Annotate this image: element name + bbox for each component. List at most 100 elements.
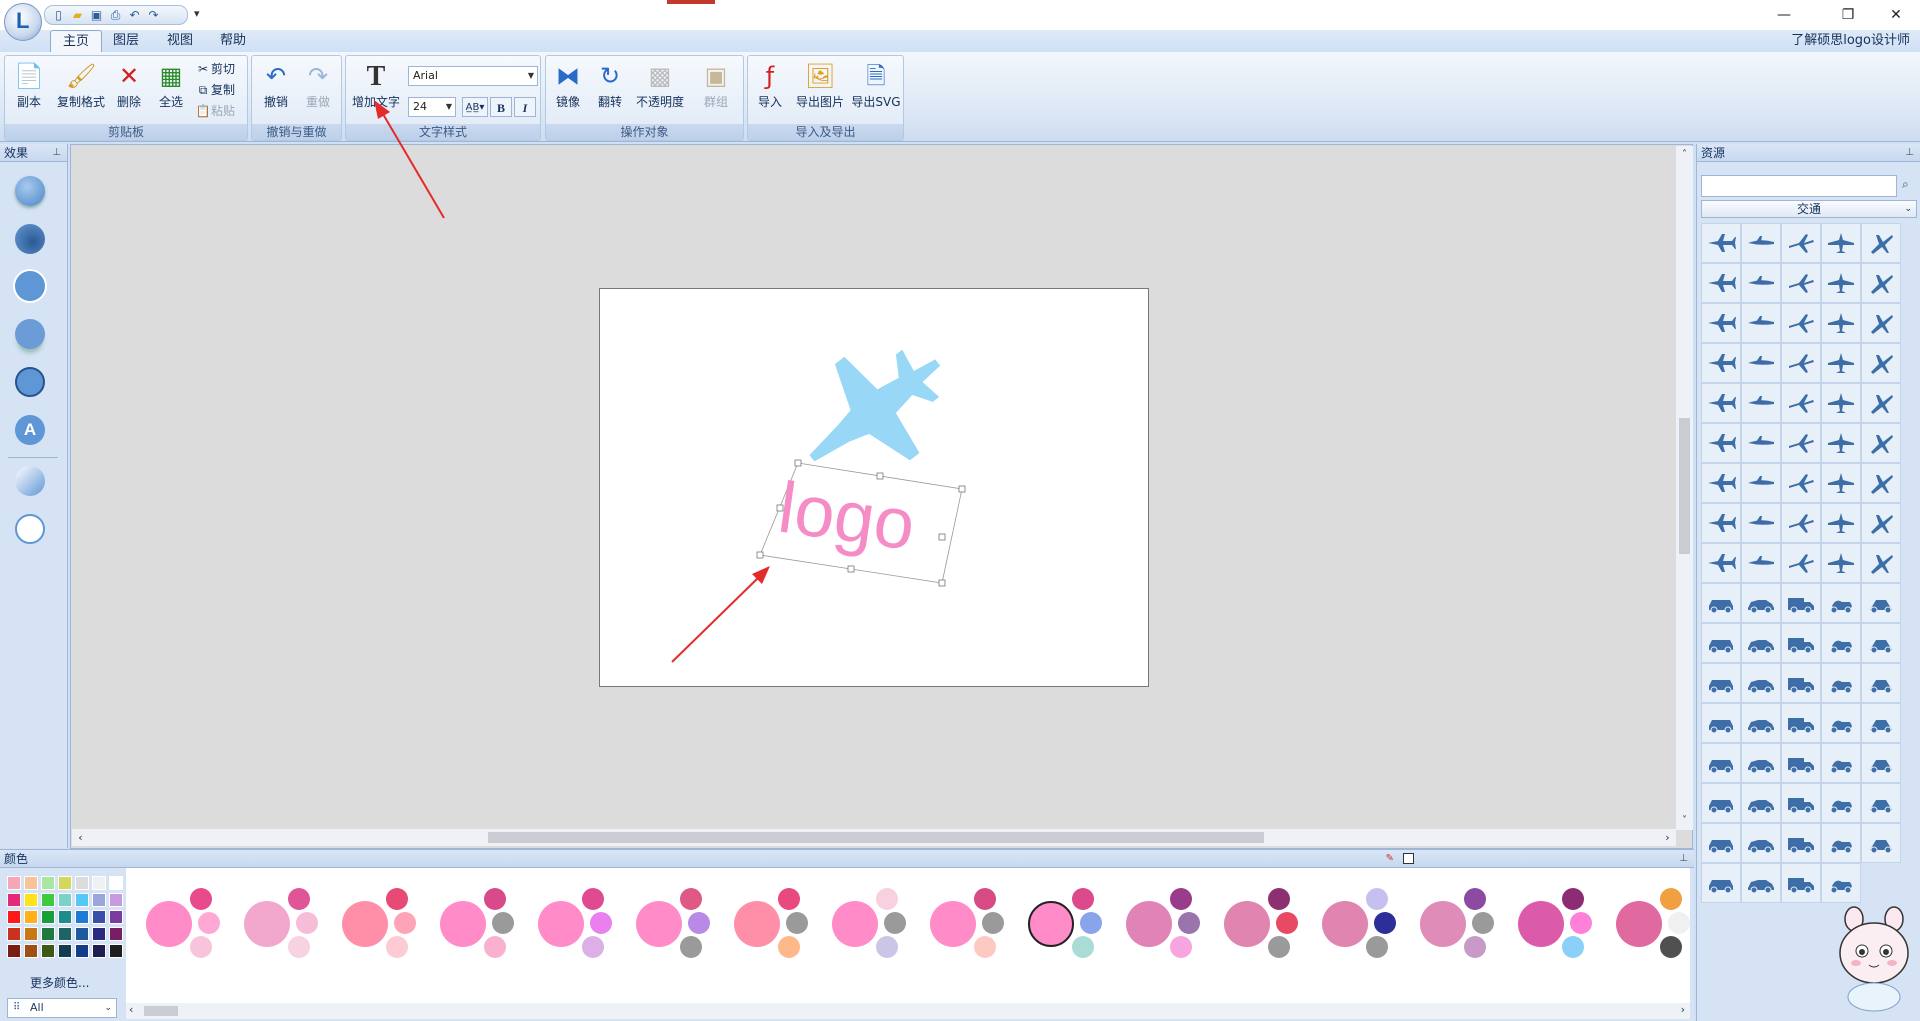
resource-icon-cell[interactable] (1861, 743, 1901, 783)
tab-layers[interactable]: 图层 (101, 30, 151, 52)
group-button[interactable]: ▣ 群组 (696, 61, 736, 110)
effect-gradient-icon[interactable] (15, 466, 45, 496)
resource-icon-cell[interactable] (1781, 663, 1821, 703)
vertical-scroll-thumb[interactable] (1679, 418, 1690, 554)
effect-outline-icon[interactable] (15, 367, 45, 397)
copy-page-button[interactable]: 📄 副本 (9, 61, 49, 110)
color-scheme[interactable] (1322, 888, 1412, 958)
resource-icon-cell[interactable] (1701, 463, 1741, 503)
scroll-right-icon[interactable]: › (1659, 829, 1676, 846)
resource-icon-cell[interactable] (1741, 303, 1781, 343)
palette-swatch[interactable] (92, 876, 106, 890)
resource-icon-cell[interactable] (1781, 743, 1821, 783)
resource-icon-cell[interactable] (1701, 423, 1741, 463)
palette-swatch[interactable] (41, 927, 55, 941)
delete-button[interactable]: ✕ 删除 (109, 61, 149, 110)
palette-swatch[interactable] (92, 944, 106, 958)
resource-icon-cell[interactable] (1741, 383, 1781, 423)
italic-button[interactable]: I (514, 97, 536, 117)
resource-icon-cell[interactable] (1861, 663, 1901, 703)
resource-icon-cell[interactable] (1861, 703, 1901, 743)
resource-icon-cell[interactable] (1821, 583, 1861, 623)
resource-icon-cell[interactable] (1781, 823, 1821, 863)
resource-icon-cell[interactable] (1741, 663, 1781, 703)
palette-swatch[interactable] (75, 910, 89, 924)
eyedropper-icon[interactable]: ✎ (1386, 850, 1394, 868)
export-image-button[interactable]: 🖼 导出图片 (792, 61, 848, 110)
resource-icon-cell[interactable] (1781, 423, 1821, 463)
resource-icon-cell[interactable] (1701, 703, 1741, 743)
resource-icon-cell[interactable] (1781, 343, 1821, 383)
color-scroll-thumb[interactable] (144, 1006, 178, 1016)
palette-swatch[interactable] (109, 927, 123, 941)
tab-home[interactable]: 主页 (50, 30, 103, 52)
resource-icon-cell[interactable] (1861, 583, 1901, 623)
palette-swatch[interactable] (109, 910, 123, 924)
resource-icon-cell[interactable] (1821, 863, 1861, 903)
no-fill-icon[interactable] (1403, 853, 1414, 864)
resource-icon-cell[interactable] (1781, 583, 1821, 623)
resource-icon-cell[interactable] (1781, 623, 1821, 663)
resource-icon-cell[interactable] (1821, 463, 1861, 503)
palette-swatch[interactable] (7, 944, 21, 958)
redo-button[interactable]: ↷ 重做 (298, 61, 338, 110)
resource-icon-cell[interactable] (1861, 343, 1901, 383)
palette-swatch[interactable] (109, 944, 123, 958)
resource-icon-cell[interactable] (1781, 503, 1821, 543)
palette-swatch[interactable] (109, 893, 123, 907)
print-icon[interactable]: ⎙ (108, 8, 123, 23)
scroll-left-icon[interactable]: ‹ (72, 829, 89, 846)
copy-button[interactable]: ⧉ 复制 (195, 80, 235, 100)
resource-icon-cell[interactable] (1701, 583, 1741, 623)
color-scheme[interactable] (1224, 888, 1314, 958)
resource-icon-cell[interactable] (1821, 303, 1861, 343)
color-scheme[interactable] (930, 888, 1020, 958)
resource-icon-cell[interactable] (1861, 223, 1901, 263)
resource-icon-cell[interactable] (1861, 503, 1901, 543)
effect-text-icon[interactable]: A (15, 415, 45, 445)
resource-icon-cell[interactable] (1701, 383, 1741, 423)
palette-swatch[interactable] (24, 944, 38, 958)
palette-swatch[interactable] (41, 876, 55, 890)
resource-icon-cell[interactable] (1701, 503, 1741, 543)
resource-icon-cell[interactable] (1741, 863, 1781, 903)
palette-swatch[interactable] (92, 927, 106, 941)
resource-icon-cell[interactable] (1741, 823, 1781, 863)
resource-icon-cell[interactable] (1781, 703, 1821, 743)
effect-inner-shadow-icon[interactable] (15, 224, 45, 254)
restore-button[interactable]: ❐ (1826, 3, 1870, 27)
color-scheme[interactable] (244, 888, 334, 958)
resource-icon-cell[interactable] (1701, 223, 1741, 263)
palette-swatch[interactable] (41, 944, 55, 958)
palette-swatch[interactable] (92, 893, 106, 907)
palette-swatch[interactable] (41, 893, 55, 907)
minimize-button[interactable]: — (1762, 3, 1806, 27)
resource-icon-cell[interactable] (1861, 823, 1901, 863)
logo-text[interactable]: logo (774, 468, 920, 566)
resource-icon-cell[interactable] (1741, 463, 1781, 503)
resource-icon-cell[interactable] (1741, 583, 1781, 623)
resource-icon-cell[interactable] (1741, 223, 1781, 263)
resource-icon-cell[interactable] (1741, 343, 1781, 383)
search-icon[interactable]: ⌕ (1902, 177, 1909, 192)
export-svg-button[interactable]: 🗎 导出SVG (850, 61, 902, 110)
resource-icon-cell[interactable] (1741, 703, 1781, 743)
palette-swatch[interactable] (24, 910, 38, 924)
font-family-select[interactable]: Arial ▼ (408, 66, 538, 86)
resource-icon-cell[interactable] (1861, 623, 1901, 663)
resource-icon-cell[interactable] (1781, 303, 1821, 343)
tab-help[interactable]: 帮助 (208, 30, 258, 52)
resource-icon-cell[interactable] (1821, 423, 1861, 463)
resource-icon-cell[interactable] (1861, 383, 1901, 423)
palette-swatch[interactable] (7, 927, 21, 941)
resource-icon-cell[interactable] (1741, 783, 1781, 823)
new-file-icon[interactable]: ▯ (51, 8, 66, 23)
resource-icon-cell[interactable] (1821, 623, 1861, 663)
palette-swatch[interactable] (75, 876, 89, 890)
font-size-select[interactable]: 24 ▼ (408, 97, 456, 117)
text-format-button[interactable]: A̲B̲▾ (462, 97, 488, 117)
palette-swatch[interactable] (24, 876, 38, 890)
resource-category-select[interactable]: 交通 ⌄ (1701, 200, 1917, 218)
tab-view[interactable]: 视图 (155, 30, 205, 52)
resource-icon-cell[interactable] (1861, 303, 1901, 343)
